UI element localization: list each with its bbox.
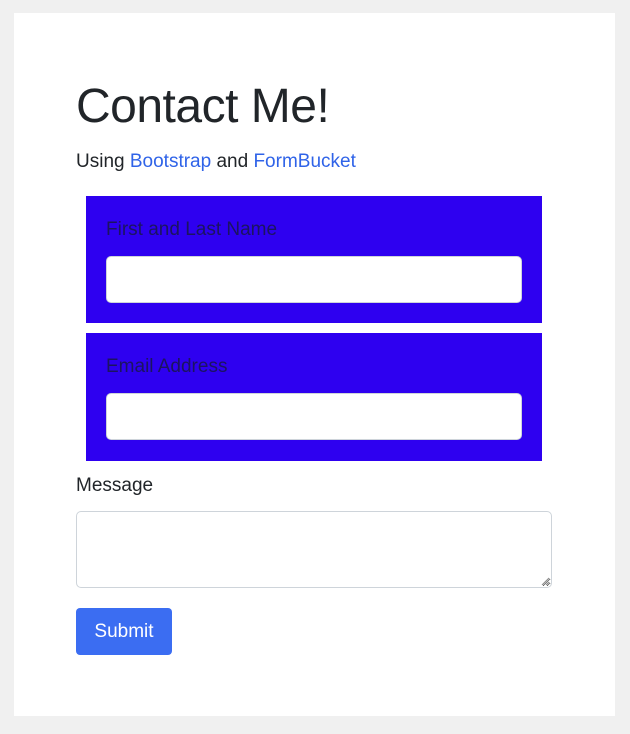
page-title: Contact Me! bbox=[76, 80, 330, 133]
email-label: Email Address bbox=[106, 356, 228, 377]
resize-grip-icon[interactable] bbox=[540, 576, 550, 586]
contact-card: Contact Me! Using Bootstrap and FormBuck… bbox=[14, 13, 615, 716]
bootstrap-link[interactable]: Bootstrap bbox=[130, 151, 211, 172]
name-input[interactable] bbox=[106, 256, 522, 303]
message-label: Message bbox=[76, 475, 154, 496]
subtitle-prefix: Using bbox=[76, 151, 130, 172]
name-label: First and Last Name bbox=[106, 219, 278, 240]
email-input[interactable] bbox=[106, 393, 522, 440]
subtitle: Using Bootstrap and FormBucket bbox=[76, 150, 356, 174]
submit-button[interactable]: Submit bbox=[76, 608, 172, 655]
email-field-group: Email Address bbox=[86, 333, 542, 461]
formbucket-link[interactable]: FormBucket bbox=[253, 151, 355, 172]
name-field-group: First and Last Name bbox=[86, 196, 542, 323]
message-textarea[interactable] bbox=[76, 511, 552, 588]
subtitle-middle: and bbox=[211, 151, 254, 172]
